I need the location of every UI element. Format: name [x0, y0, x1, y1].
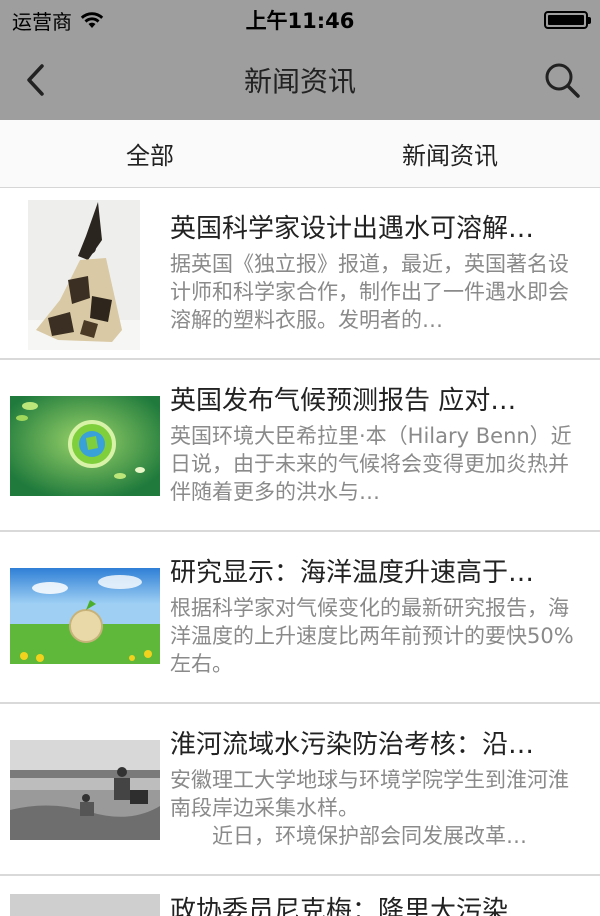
news-title: 英国科学家设计出遇水可溶解…: [170, 214, 535, 244]
news-thumbnail: [10, 740, 160, 840]
tab-all[interactable]: 全部: [0, 120, 300, 187]
news-summary: 安徽理工大学地球与环境学院学生到淮河淮南段岸边采集水样。 近日，环境保护部会同发…: [170, 768, 569, 848]
status-bar: 运营商 上午11:46: [0, 0, 600, 40]
news-thumbnail: [10, 894, 160, 916]
news-title: 英国发布气候预测报告 应对…: [170, 386, 517, 416]
search-icon: [545, 63, 580, 98]
page-title: 新闻资讯: [243, 65, 356, 98]
news-title: 政协委员尼克梅：降里大污染: [170, 896, 509, 916]
status-left: 运营商: [12, 6, 104, 35]
category-tabs: 全部 新闻资讯: [0, 120, 600, 188]
news-thumbnail: [28, 200, 140, 350]
news-item[interactable]: 政协委员尼克梅：降里大污染: [0, 876, 600, 916]
news-thumbnail: [10, 568, 160, 664]
news-item[interactable]: 淮河流域水污染防治考核：沿… 安徽理工大学地球与环境学院学生到淮河淮南段岸边采集…: [0, 704, 600, 876]
news-item[interactable]: 英国科学家设计出遇水可溶解… 据英国《独立报》报道，最近，英国著名设计师和科学家…: [0, 188, 600, 360]
back-button[interactable]: [18, 60, 58, 100]
tab-news[interactable]: 新闻资讯: [300, 120, 600, 187]
news-item[interactable]: 英国发布气候预测报告 应对… 英国环境大臣希拉里·本（Hilary Benn）近…: [0, 360, 600, 532]
search-button[interactable]: [542, 60, 582, 100]
news-title: 研究显示：海洋温度升速高于…: [170, 558, 535, 588]
news-summary: 据英国《独立报》报道，最近，英国著名设计师和科学家合作，制作出了一件遇水即会溶解…: [170, 252, 569, 332]
battery-icon: [544, 11, 591, 29]
news-title: 淮河流域水污染防治考核：沿…: [170, 730, 535, 760]
carrier-label: 运营商: [12, 9, 72, 34]
wifi-icon: [80, 11, 104, 29]
nav-bar: 新闻资讯: [0, 40, 600, 120]
news-item[interactable]: 研究显示：海洋温度升速高于… 根据科学家对气候变化的最新研究报告，海洋温度的上升…: [0, 532, 600, 704]
chevron-left-icon: [27, 64, 44, 96]
news-list: 英国科学家设计出遇水可溶解… 据英国《独立报》报道，最近，英国著名设计师和科学家…: [0, 188, 600, 916]
news-summary: 英国环境大臣希拉里·本（Hilary Benn）近日说，由于未来的气候将会变得更…: [170, 424, 572, 504]
news-summary: 根据科学家对气候变化的最新研究报告，海洋温度的上升速度比两年前预计的要快50%左…: [170, 596, 574, 676]
news-thumbnail: [10, 396, 160, 496]
